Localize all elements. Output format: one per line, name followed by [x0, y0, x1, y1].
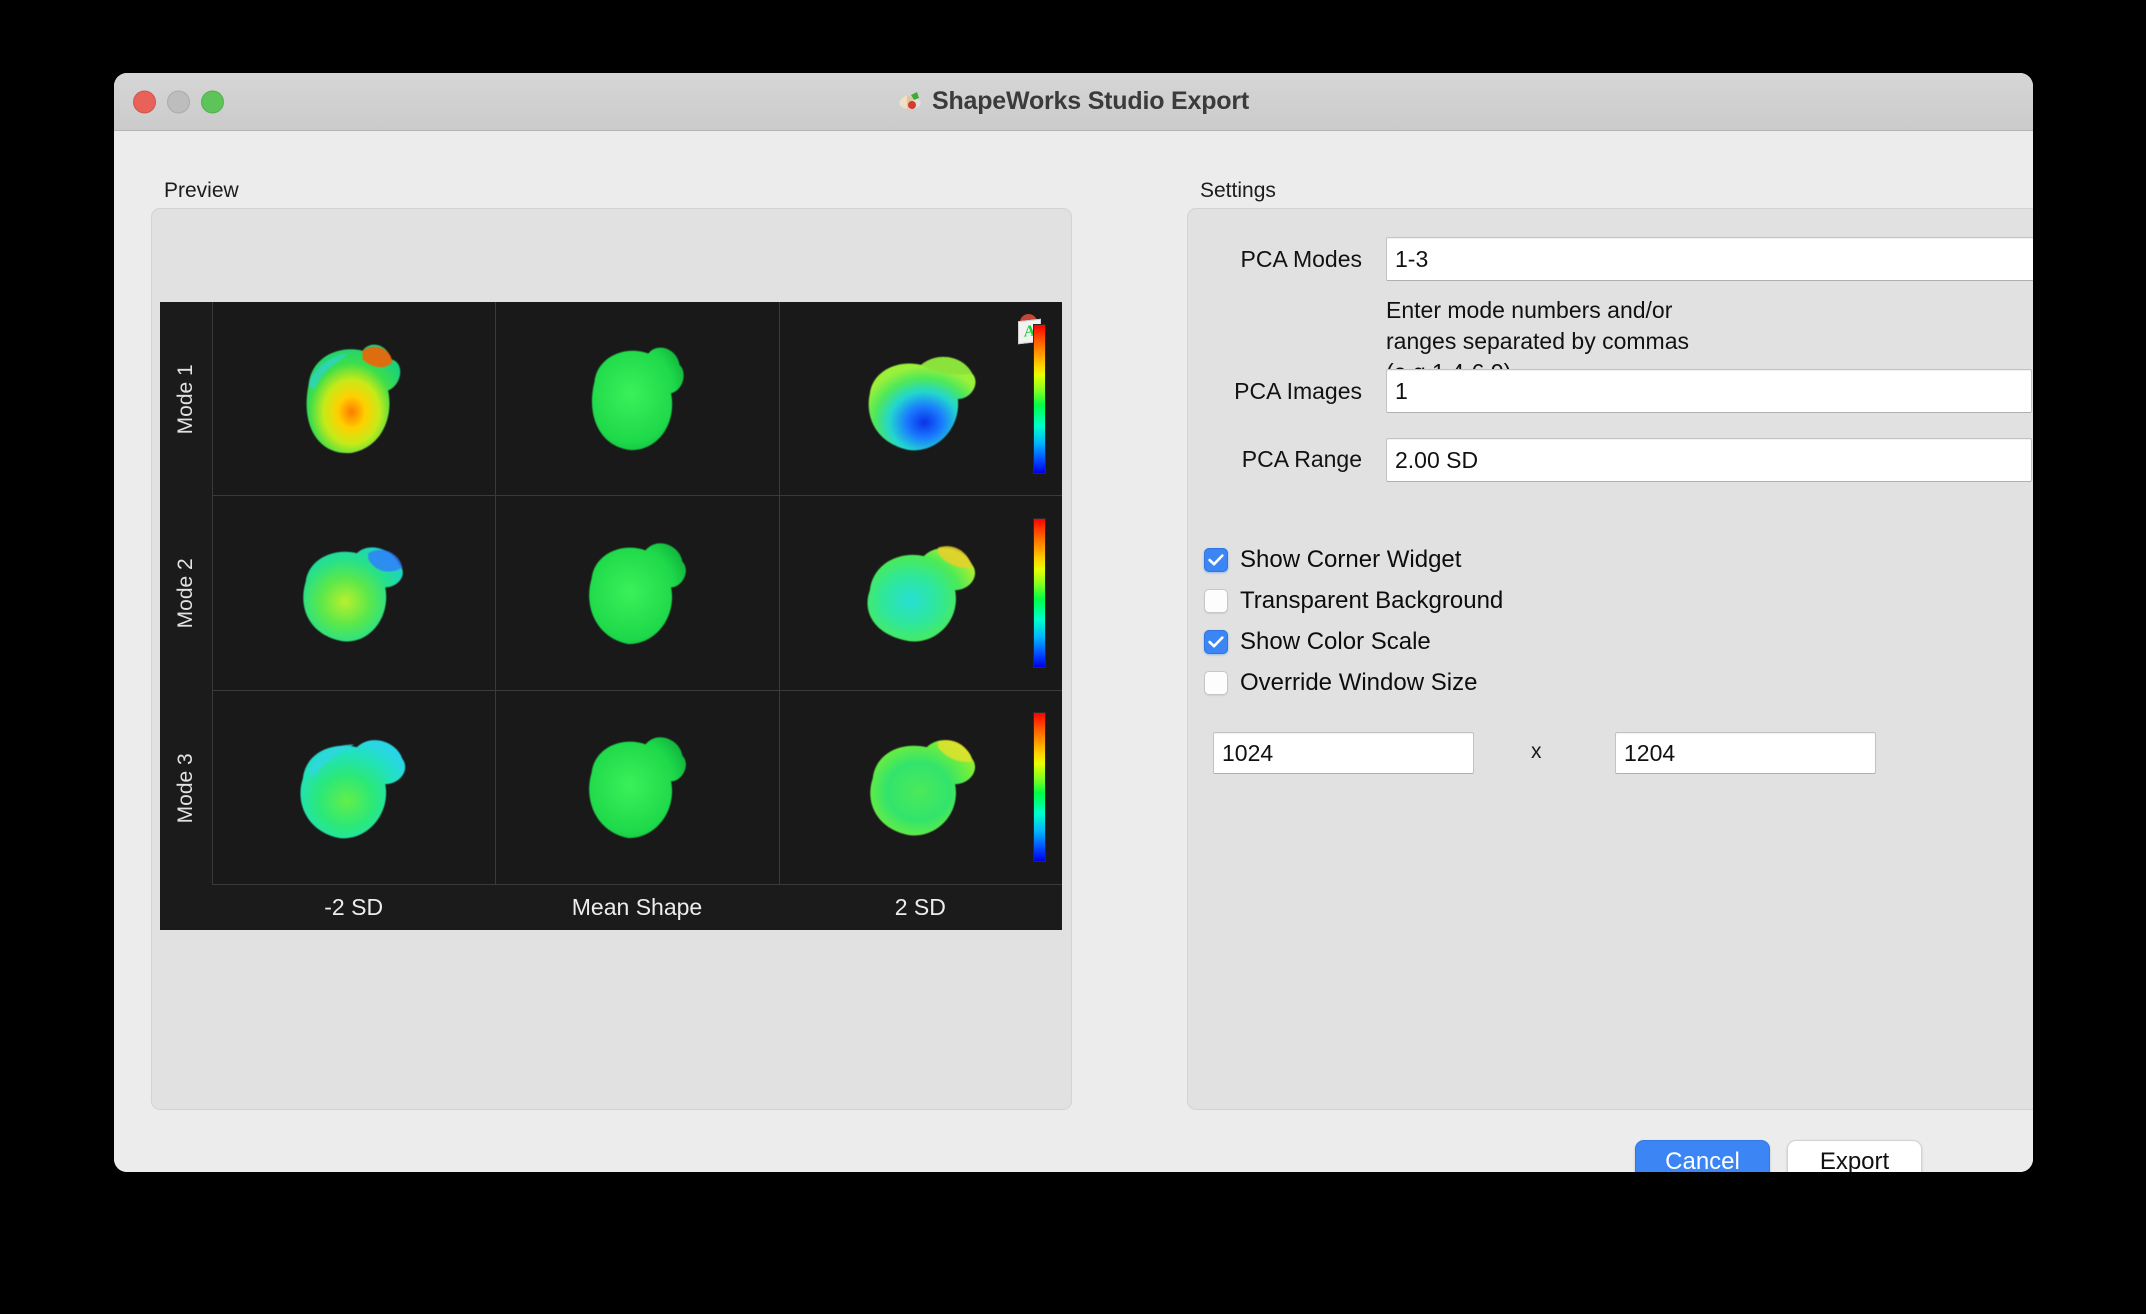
render-cell-mode3-minus2sd[interactable]: [212, 690, 496, 885]
render-cell-mode1-plus2sd[interactable]: A: [778, 302, 1062, 497]
title-bar[interactable]: ShapeWorks Studio Export: [114, 73, 2033, 131]
show-color-scale-label: Show Color Scale: [1240, 628, 1431, 655]
shape-render: [563, 716, 711, 858]
checkmark-icon: [1208, 554, 1224, 566]
row-label-mode-1: Mode 1: [160, 302, 212, 497]
pca-modes-label: PCA Modes: [1240, 246, 1362, 272]
pca-images-input[interactable]: 1: [1386, 369, 2032, 413]
export-dialog-window: ShapeWorks Studio Export Preview Mode 1: [114, 73, 2033, 1172]
render-cell-mode3-mean[interactable]: [495, 690, 779, 885]
color-scale-bar: [1033, 517, 1046, 668]
render-cell-mode2-minus2sd[interactable]: [212, 496, 496, 691]
export-button[interactable]: Export: [1787, 1140, 1922, 1172]
transparent-background-label: Transparent Background: [1240, 587, 1504, 614]
checkbox-row-transparent-background[interactable]: Transparent Background: [1204, 586, 1503, 616]
preview-panel: Mode 1 A Mode 2 Mode 3 -2 SD Mean Shape …: [151, 208, 1072, 1110]
preview-group-label: Preview: [164, 179, 239, 202]
shape-render: [847, 716, 995, 858]
dialog-body: Preview Mode 1 A Mode 2 Mode 3 -2 SD Mea…: [114, 131, 2033, 1172]
shapeworks-logo-icon: [898, 90, 922, 114]
checkbox-row-show-color-scale[interactable]: Show Color Scale: [1204, 627, 1431, 657]
grid-corner-spacer: [160, 884, 212, 930]
show-color-scale-checkbox[interactable]: [1204, 630, 1228, 654]
color-scale-bar: [1033, 712, 1046, 863]
column-label-mean-shape: Mean Shape: [495, 884, 779, 930]
render-cell-mode3-plus2sd[interactable]: 4.4 2.9 1.1 -2.8 -4.4: [778, 690, 1062, 885]
shape-render: [280, 522, 428, 664]
close-button[interactable]: [133, 90, 156, 113]
shape-render: [847, 522, 995, 664]
show-corner-widget-label: Show Corner Widget: [1240, 546, 1462, 573]
color-scale-bar: [1033, 323, 1046, 474]
shape-render: [280, 716, 428, 858]
minimize-button[interactable]: [167, 90, 190, 113]
transparent-background-checkbox[interactable]: [1204, 589, 1228, 613]
checkbox-row-show-corner-widget[interactable]: Show Corner Widget: [1204, 545, 1461, 575]
render-cell-mode1-mean[interactable]: [495, 302, 779, 497]
column-label-minus-2sd: -2 SD: [212, 884, 496, 930]
cancel-button[interactable]: Cancel: [1635, 1140, 1770, 1172]
shape-render: [280, 328, 428, 470]
title-container: ShapeWorks Studio Export: [114, 87, 2033, 116]
pca-range-label: PCA Range: [1241, 446, 1362, 472]
settings-panel: PCA Modes 1-3 Enter mode numbers and/or …: [1187, 208, 2033, 1110]
preview-grid-inner: Mode 1 A Mode 2 Mode 3 -2 SD Mean Shape …: [160, 302, 1062, 930]
window-width-input[interactable]: 1024: [1213, 732, 1474, 774]
shape-render: [847, 328, 995, 470]
window-height-input[interactable]: 1204: [1615, 732, 1876, 774]
column-label-plus-2sd: 2 SD: [778, 884, 1062, 930]
window-title: ShapeWorks Studio Export: [931, 87, 1249, 115]
shape-render: [563, 522, 711, 664]
checkbox-row-override-window-size[interactable]: Override Window Size: [1204, 668, 1477, 698]
render-cell-mode1-minus2sd[interactable]: [212, 302, 496, 497]
render-cell-mode2-plus2sd[interactable]: 4.4 2.9 1.1 -2.8 -4.4: [778, 496, 1062, 691]
settings-group-label: Settings: [1200, 179, 1276, 202]
window-controls: [133, 90, 224, 113]
preview-render-grid[interactable]: Mode 1 A Mode 2 Mode 3 -2 SD Mean Shape …: [160, 302, 1062, 930]
override-window-size-checkbox[interactable]: [1204, 671, 1228, 695]
checkmark-icon: [1208, 636, 1224, 648]
show-corner-widget-checkbox[interactable]: [1204, 548, 1228, 572]
pca-range-input[interactable]: 2.00 SD: [1386, 438, 2032, 482]
render-cell-mode2-mean[interactable]: [495, 496, 779, 691]
maximize-button[interactable]: [201, 90, 224, 113]
row-label-mode-3: Mode 3: [160, 690, 212, 885]
window-size-separator: x: [1531, 740, 1542, 763]
pca-images-label: PCA Images: [1234, 378, 1362, 404]
pca-modes-input[interactable]: 1-3: [1386, 237, 2033, 281]
override-window-size-label: Override Window Size: [1240, 669, 1478, 696]
shape-render: [563, 328, 711, 470]
row-label-mode-2: Mode 2: [160, 496, 212, 691]
